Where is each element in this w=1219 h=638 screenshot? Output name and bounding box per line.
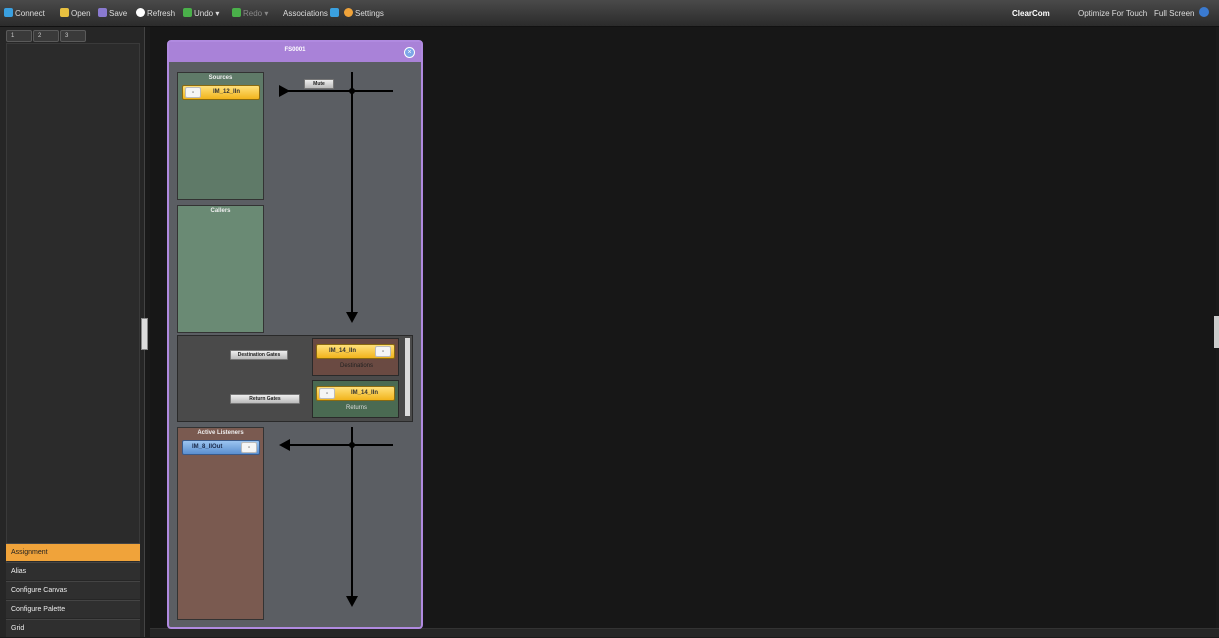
- redo-label: Redo: [243, 9, 263, 18]
- source-bus-line: [279, 90, 393, 92]
- connect-label: Connect: [15, 9, 45, 18]
- panel-header[interactable]: FS0001 ×: [169, 42, 421, 62]
- destinations-box[interactable]: IM_14_IIn - Destinations: [312, 338, 399, 376]
- associations-label: Associations: [283, 9, 328, 18]
- source-chip-label: IM_12_IIn: [213, 89, 241, 95]
- sources-title: Sources: [208, 75, 233, 81]
- refresh-label: Refresh: [147, 9, 176, 18]
- callers-group[interactable]: Callers: [177, 205, 264, 333]
- redo-button[interactable]: Redo ▾: [232, 7, 268, 21]
- main-toolbar: Connect Open Save Refresh Undo ▾ Redo ▾ …: [0, 0, 1219, 27]
- port-panel[interactable]: FS0001 × Sources - IM_12_IIn Mute Caller…: [167, 40, 423, 629]
- brand-label: ClearCom: [1012, 9, 1050, 18]
- save-label: Save: [109, 9, 128, 18]
- listener-signal-line: [351, 427, 353, 597]
- connect-icon: [4, 8, 13, 17]
- brand-logo: ClearCom: [1012, 7, 1050, 21]
- arrow-down-icon: [346, 312, 358, 323]
- active-listeners-title: Active Listeners: [197, 430, 244, 436]
- refresh-icon: [136, 8, 145, 17]
- nav-item-grid[interactable]: Grid: [6, 619, 140, 637]
- open-label: Open: [71, 9, 91, 18]
- connect-button[interactable]: Connect: [4, 7, 45, 21]
- horizontal-scrollbar[interactable]: [150, 628, 1219, 637]
- close-icon[interactable]: ×: [404, 47, 415, 58]
- destination-gates-button[interactable]: Destination Gates: [230, 350, 288, 360]
- returns-caption: Returns: [345, 405, 367, 411]
- return-gates-button[interactable]: Return Gates: [230, 394, 300, 404]
- sidebar-splitter-handle[interactable]: [141, 318, 148, 350]
- optimize-touch-button[interactable]: Optimize For Touch: [1078, 7, 1147, 21]
- nav-item-configure-canvas[interactable]: Configure Canvas: [6, 581, 140, 599]
- gates-scrollbar[interactable]: [405, 338, 410, 416]
- nav-item-alias[interactable]: Alias: [6, 562, 140, 580]
- destination-chip[interactable]: IM_14_IIn -: [316, 344, 395, 359]
- gates-section: Destination Gates IM_14_IIn - Destinatio…: [177, 335, 413, 422]
- help-button[interactable]: [1199, 7, 1211, 21]
- arrow-down-icon: [346, 596, 358, 607]
- return-chip[interactable]: - IM_14_IIn: [316, 386, 395, 401]
- return-chip-label: IM_14_IIn: [351, 390, 379, 396]
- sidebar-tab-2[interactable]: 2: [33, 30, 59, 42]
- listener-chip[interactable]: IM_8_IIOut -: [182, 440, 260, 455]
- undo-label: Undo: [194, 9, 214, 18]
- save-button[interactable]: Save: [98, 7, 127, 21]
- settings-label: Settings: [355, 9, 384, 18]
- nav-item-configure-palette[interactable]: Configure Palette: [6, 600, 140, 618]
- mute-button[interactable]: Mute: [304, 79, 334, 89]
- right-panel-handle[interactable]: [1214, 316, 1219, 348]
- optimize-touch-label: Optimize For Touch: [1078, 9, 1148, 18]
- redo-icon: [232, 8, 241, 17]
- sources-group[interactable]: Sources - IM_12_IIn: [177, 72, 264, 200]
- settings-button[interactable]: Settings: [344, 7, 384, 21]
- associations-button[interactable]: Associations: [283, 7, 341, 21]
- undo-icon: [183, 8, 192, 17]
- chip-toggle-button[interactable]: -: [241, 442, 257, 453]
- open-button[interactable]: Open: [60, 7, 91, 21]
- save-icon: [98, 8, 107, 17]
- chip-toggle-button[interactable]: -: [375, 346, 391, 357]
- sidebar: 1 2 3 Assignment Alias Configure Canvas …: [0, 27, 145, 637]
- full-screen-button[interactable]: Full Screen: [1154, 7, 1194, 21]
- nav-item-assignment[interactable]: Assignment: [6, 543, 140, 561]
- listener-bus-line: [287, 444, 393, 446]
- sidebar-tab-1[interactable]: 1: [6, 30, 32, 42]
- source-chip[interactable]: - IM_12_IIn: [182, 85, 260, 100]
- sidebar-tab-3[interactable]: 3: [60, 30, 86, 42]
- chip-toggle-button[interactable]: -: [319, 388, 335, 399]
- returns-box[interactable]: - IM_14_IIn Returns: [312, 380, 399, 418]
- signal-line: [351, 72, 353, 314]
- listener-chip-label: IM_8_IIOut: [192, 444, 223, 450]
- sidebar-list: [6, 43, 140, 566]
- associations-icon: [330, 8, 340, 17]
- undo-button[interactable]: Undo ▾: [183, 7, 219, 21]
- active-listeners-group[interactable]: Active Listeners IM_8_IIOut -: [177, 427, 264, 620]
- destination-chip-label: IM_14_IIn: [329, 348, 357, 354]
- panel-title: FS0001: [284, 47, 306, 53]
- destinations-caption: Destinations: [339, 363, 374, 369]
- help-icon: [1199, 7, 1209, 17]
- full-screen-label: Full Screen: [1154, 9, 1195, 18]
- gear-icon: [344, 8, 353, 17]
- chip-toggle-button[interactable]: -: [185, 87, 201, 98]
- refresh-button[interactable]: Refresh: [136, 7, 175, 21]
- folder-icon: [60, 8, 69, 17]
- callers-title: Callers: [210, 208, 231, 214]
